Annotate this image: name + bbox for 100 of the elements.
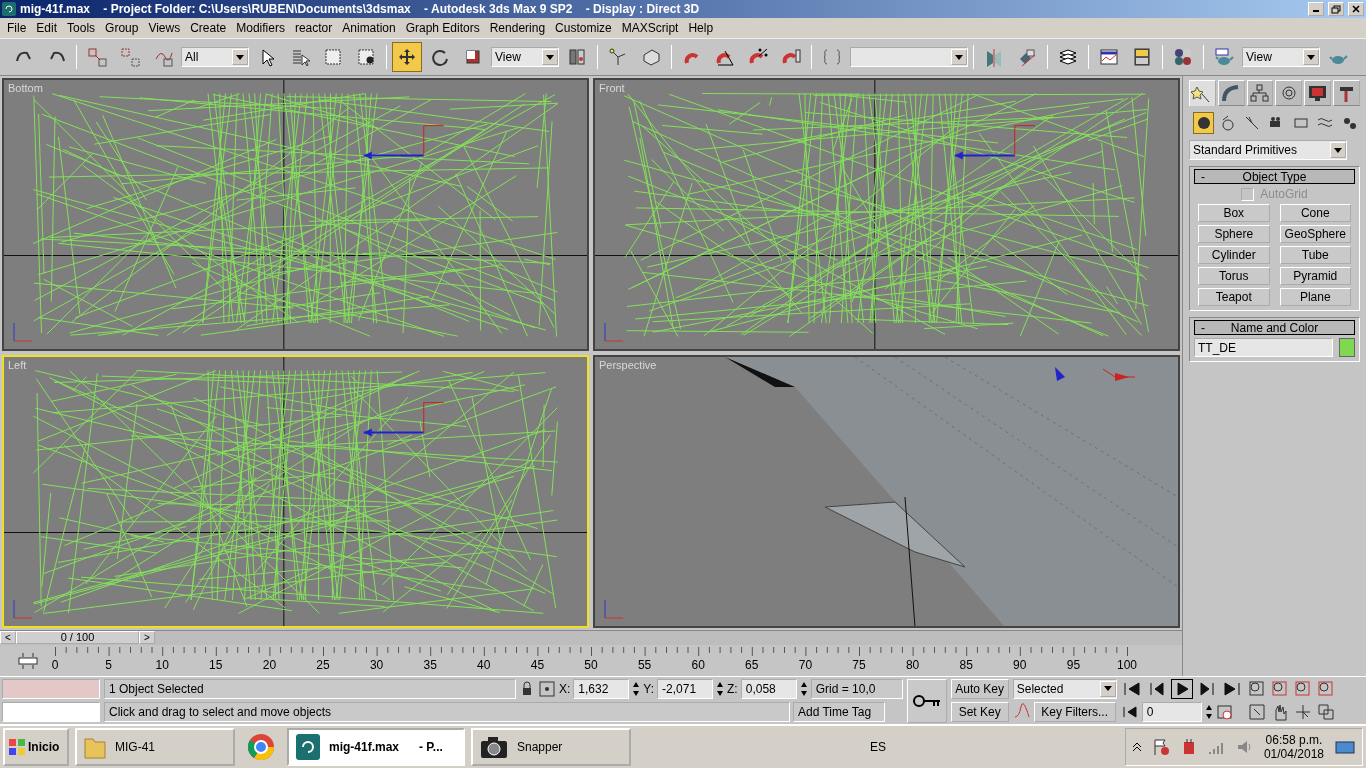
frame-number: 55 bbox=[637, 658, 652, 672]
menu-item[interactable]: Rendering bbox=[484, 21, 551, 35]
render-preset-dropdown[interactable]: View bbox=[1242, 47, 1320, 67]
taskbar-item[interactable]: Snapper bbox=[471, 728, 631, 766]
script-input-field[interactable] bbox=[2, 702, 100, 722]
category-dropdown[interactable]: Standard Primitives bbox=[1189, 140, 1347, 160]
minimize-button[interactable] bbox=[1308, 2, 1324, 16]
key-mode-dropdown[interactable]: Selected bbox=[1012, 679, 1117, 699]
time-slider-thumb[interactable]: 0 / 100 bbox=[16, 631, 139, 644]
restore-icon bbox=[1331, 4, 1341, 14]
primitive-button[interactable]: GeoSphere bbox=[1279, 225, 1351, 243]
clock-date[interactable]: 01/04/2018 bbox=[1263, 747, 1324, 761]
dropdown-arrow-icon bbox=[236, 54, 244, 60]
frame-number: 85 bbox=[959, 658, 973, 672]
zoom-icon[interactable] bbox=[1246, 679, 1267, 699]
hierarchy-tab[interactable] bbox=[1246, 80, 1274, 106]
primitive-button[interactable]: Teapot bbox=[1198, 288, 1270, 306]
menu-item[interactable]: Create bbox=[185, 21, 232, 35]
key-filters-button[interactable]: Key Filters... bbox=[1033, 701, 1116, 722]
menu-item[interactable]: Help bbox=[683, 21, 719, 35]
frame-number: 35 bbox=[423, 658, 437, 672]
start-button[interactable]: Inicio bbox=[3, 728, 69, 766]
z-coordinate-field[interactable]: 0,058 bbox=[740, 679, 797, 699]
frame-number: 50 bbox=[584, 658, 598, 672]
primitive-button[interactable]: Box bbox=[1198, 204, 1270, 222]
taskbar-item[interactable]: MIG-41 bbox=[75, 728, 235, 766]
menu-item[interactable]: MAXScript bbox=[616, 21, 684, 35]
frame-number: 75 bbox=[852, 658, 866, 672]
primitive-button[interactable]: Torus bbox=[1198, 267, 1270, 285]
flag-icon[interactable] bbox=[1151, 738, 1170, 756]
menu-item[interactable]: Animation bbox=[337, 21, 401, 35]
menu-item[interactable]: File bbox=[2, 21, 32, 35]
menu-item[interactable]: Group bbox=[100, 21, 144, 35]
clock-time[interactable]: 06:58 p.m. bbox=[1265, 733, 1323, 747]
primitive-button[interactable]: Pyramid bbox=[1279, 267, 1351, 285]
hierarchy-icon bbox=[1249, 83, 1272, 103]
menu-item[interactable]: Edit bbox=[31, 21, 63, 35]
motion-tab[interactable] bbox=[1275, 80, 1303, 106]
time-slider-track[interactable]: < 0 / 100 > bbox=[0, 630, 1182, 645]
frame-number: 80 bbox=[905, 658, 920, 672]
close-button[interactable] bbox=[1348, 2, 1364, 16]
language-indicator[interactable]: ES bbox=[869, 740, 886, 754]
show-desktop-icon[interactable] bbox=[1334, 738, 1356, 756]
coordinate-label: Z: bbox=[727, 682, 738, 696]
windows-logo-icon bbox=[8, 738, 26, 756]
restore-button[interactable] bbox=[1328, 2, 1344, 16]
primitive-button[interactable]: Cone bbox=[1279, 204, 1351, 222]
move-icon[interactable] bbox=[392, 42, 422, 72]
set-key-button[interactable]: Set Key bbox=[950, 702, 1009, 722]
menu-item[interactable]: reactor bbox=[289, 21, 338, 35]
modify-tab[interactable] bbox=[1217, 80, 1245, 106]
play-icon[interactable] bbox=[1170, 679, 1193, 699]
rollout-header[interactable]: - Name and Color bbox=[1194, 320, 1355, 335]
spinner-arrows-icon bbox=[799, 680, 808, 698]
add-time-tag-field[interactable]: Add Time Tag bbox=[793, 702, 885, 722]
utilities-tab[interactable] bbox=[1333, 80, 1360, 106]
track-bar-toggle-icon bbox=[16, 651, 39, 670]
frame-number: 20 bbox=[262, 658, 277, 672]
frame-number: 90 bbox=[1013, 658, 1027, 672]
chevron-up-icon[interactable] bbox=[1131, 742, 1142, 752]
spinner-arrows-icon bbox=[716, 680, 725, 698]
x-coordinate-field[interactable]: 1,632 bbox=[573, 679, 630, 699]
time-configuration-icon[interactable] bbox=[1215, 703, 1234, 721]
key-icon[interactable] bbox=[906, 679, 947, 723]
dropdown-arrow-icon bbox=[546, 54, 554, 60]
dropdown-arrow-icon bbox=[955, 54, 963, 60]
current-frame-field[interactable]: 0 bbox=[1141, 702, 1202, 722]
auto-key-button[interactable]: Auto Key bbox=[950, 679, 1009, 699]
primitive-button[interactable]: Sphere bbox=[1198, 225, 1270, 243]
dropdown-arrow-icon bbox=[1334, 147, 1342, 153]
frame-number: 45 bbox=[530, 658, 545, 672]
object-color-swatch[interactable] bbox=[1339, 338, 1355, 357]
menu-item[interactable]: Tools bbox=[62, 21, 101, 35]
maximize-toggle-icon[interactable] bbox=[1315, 702, 1336, 722]
next-frame-button[interactable]: > bbox=[139, 631, 155, 644]
display-tab[interactable] bbox=[1304, 80, 1332, 106]
primitive-button[interactable]: Cylinder bbox=[1198, 246, 1270, 264]
rollout-header[interactable]: - Object Type bbox=[1194, 169, 1355, 184]
primitive-button[interactable]: Tube bbox=[1279, 246, 1351, 264]
frame-number: 60 bbox=[691, 658, 705, 672]
previous-frame-button[interactable]: < bbox=[0, 631, 16, 644]
selection-filter-dropdown[interactable]: All bbox=[181, 47, 249, 67]
script-output-field[interactable] bbox=[2, 679, 100, 699]
taskbar-item[interactable]: mig-41f.max - P... bbox=[287, 728, 465, 766]
coordinate-label: X: bbox=[559, 682, 571, 696]
browser-logo-icon bbox=[246, 732, 276, 762]
coordinate-label: Y: bbox=[643, 682, 655, 696]
category-button[interactable] bbox=[1193, 112, 1215, 134]
curve-icon bbox=[1012, 702, 1031, 721]
primitive-button[interactable]: Plane bbox=[1279, 288, 1351, 306]
menu-item[interactable]: Modifiers bbox=[231, 21, 290, 35]
named-selection-field[interactable] bbox=[850, 47, 968, 67]
object-name-field[interactable]: TT_DE bbox=[1194, 338, 1333, 357]
y-coordinate-field[interactable]: -2,071 bbox=[657, 679, 714, 699]
menu-item[interactable]: Customize bbox=[550, 21, 617, 35]
frame-number: 0 bbox=[51, 658, 59, 672]
menu-item[interactable]: Views bbox=[143, 21, 186, 35]
reference-coordinate-dropdown[interactable]: View bbox=[491, 47, 559, 67]
menu-item[interactable]: Graph Editors bbox=[400, 21, 485, 35]
create-tab[interactable] bbox=[1189, 80, 1216, 106]
